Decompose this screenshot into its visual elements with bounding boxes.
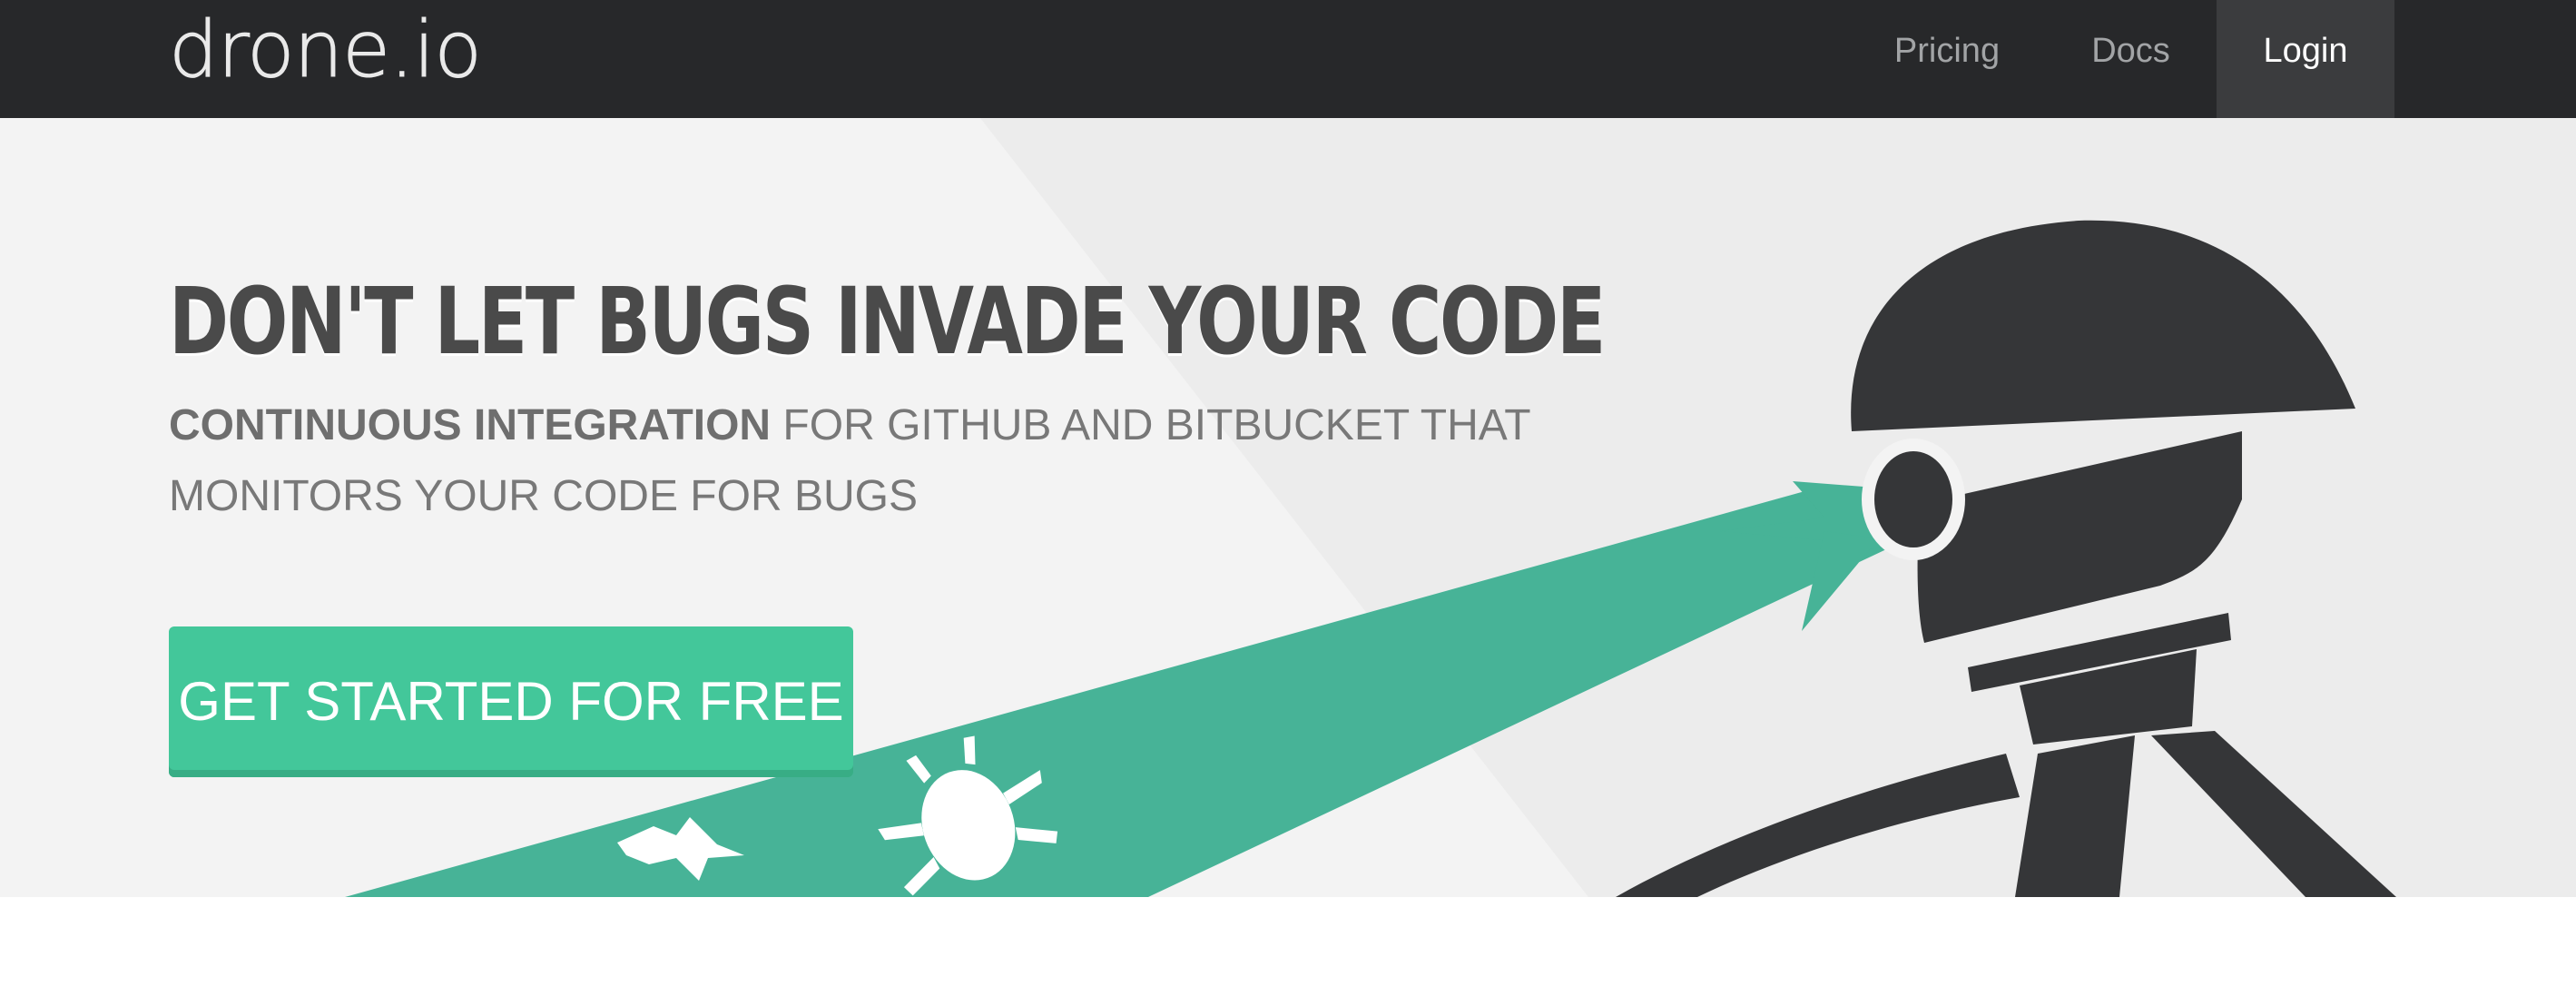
page: drone.io Pricing Docs Login DON'T LET BU… xyxy=(0,0,2576,1006)
robot-eye xyxy=(1862,439,1965,560)
hero-subtitle-emphasis: CONTINUOUS INTEGRATION xyxy=(169,401,772,449)
hero-section: DON'T LET BUGS INVADE YOUR CODE CONTINUO… xyxy=(0,118,2576,897)
hero-title: DON'T LET BUGS INVADE YOUR CODE xyxy=(169,268,1606,376)
hero-subtitle: CONTINUOUS INTEGRATION FOR GITHUB AND BI… xyxy=(169,390,1549,532)
top-navbar: drone.io Pricing Docs Login xyxy=(0,0,2576,118)
site-logo[interactable]: drone.io xyxy=(169,0,483,100)
nav-link-pricing[interactable]: Pricing xyxy=(1870,0,2024,118)
nav-link-login[interactable]: Login xyxy=(2217,0,2394,118)
nav-link-docs[interactable]: Docs xyxy=(2042,0,2219,118)
get-started-button[interactable]: GET STARTED FOR FREE xyxy=(169,626,853,777)
